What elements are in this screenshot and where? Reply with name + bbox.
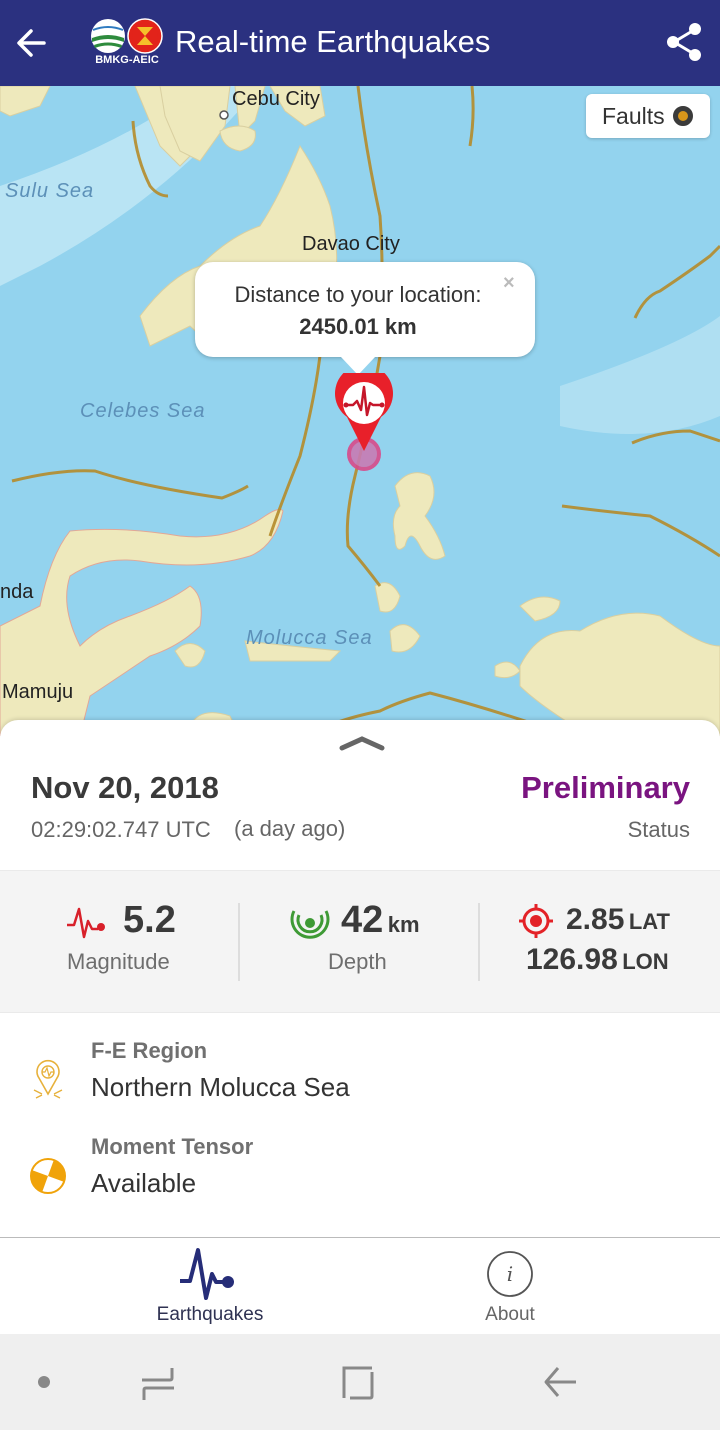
tensor-value: Available xyxy=(91,1168,197,1198)
latitude-label: LAT xyxy=(628,909,670,934)
page-title: Real-time Earthquakes xyxy=(175,24,491,59)
map-label-cebu-city: Cebu City xyxy=(232,88,320,110)
moment-tensor-row[interactable]: Moment Tensor Available xyxy=(0,1134,720,1224)
nav-about-label: About xyxy=(485,1304,535,1325)
map-label-mamuju: Mamuju xyxy=(2,681,74,703)
distance-popup: Distance to your location: 2450.01 km × xyxy=(195,262,535,375)
nav-dot-icon[interactable] xyxy=(24,1362,64,1402)
app-bar: BMKG-AEIC Real-time Earthquakes xyxy=(0,0,720,86)
target-location-icon xyxy=(519,904,553,938)
nav-about[interactable]: i About xyxy=(410,1238,610,1334)
fe-region-row: F-E Region Northern Molucca Sea xyxy=(0,1038,720,1128)
depth-unit: km xyxy=(387,912,420,937)
bottom-navigation: Earthquakes i About xyxy=(0,1237,720,1334)
coordinates-stat: 2.85 LAT 126.98 LON xyxy=(480,871,720,1014)
map-view[interactable]: Cebu City Davao City Mamuju nda Sulu Sea… xyxy=(0,86,720,736)
seismograph-icon xyxy=(67,907,105,939)
event-details-sheet: Nov 20, 2018 02:29:02.747 UTC (a day ago… xyxy=(0,720,720,1238)
popup-close-icon[interactable]: × xyxy=(503,272,515,295)
logo-emblem-icon xyxy=(91,18,163,54)
depth-value-group: 42 km xyxy=(341,899,420,942)
status-value: Preliminary xyxy=(521,770,690,805)
longitude-value: 126.98 xyxy=(526,943,618,976)
faults-label: Faults xyxy=(602,102,665,129)
map-label-molucca-sea: Molucca Sea xyxy=(246,627,373,649)
distance-value: 2450.01 km xyxy=(299,314,417,339)
home-icon[interactable] xyxy=(338,1362,378,1402)
event-date: Nov 20, 2018 xyxy=(31,770,219,805)
latitude-value: 2.85 xyxy=(566,903,625,936)
system-navigation-bar xyxy=(0,1334,720,1430)
tensor-label: Moment Tensor xyxy=(91,1134,254,1159)
magnitude-label: Magnitude xyxy=(67,949,170,974)
map-label-davao-city: Davao City xyxy=(302,233,400,255)
bmkg-aeic-logo: BMKG-AEIC xyxy=(88,18,166,68)
recent-apps-icon[interactable] xyxy=(138,1362,178,1402)
map-label-celebes-sea: Celebes Sea xyxy=(80,400,206,422)
status-label: Status xyxy=(627,817,690,842)
magnitude-value: 5.2 xyxy=(123,899,176,941)
back-arrow-icon[interactable] xyxy=(12,22,54,64)
faults-dot-icon xyxy=(672,106,693,126)
event-time: 02:29:02.747 UTC xyxy=(31,817,211,842)
distance-label: Distance to your location: xyxy=(234,282,482,307)
beachball-icon xyxy=(30,1158,66,1194)
event-stats: 5.2 Magnitude 42 km Depth 2.85 LAT 126.9… xyxy=(0,870,720,1013)
svg-text:i: i xyxy=(507,1262,513,1286)
event-relative-time: (a day ago) xyxy=(234,816,346,841)
region-pin-icon xyxy=(33,1059,63,1099)
map-label-sulu-sea: Sulu Sea xyxy=(5,180,95,202)
nav-earthquakes-label: Earthquakes xyxy=(156,1304,264,1325)
share-icon[interactable] xyxy=(662,20,706,64)
depth-stat: 42 km Depth xyxy=(240,871,480,1014)
earthquake-marker-icon[interactable] xyxy=(333,373,397,473)
logo-text: BMKG-AEIC xyxy=(95,54,159,66)
depth-label: Depth xyxy=(328,949,387,974)
longitude-group: 126.98 LON xyxy=(526,943,669,977)
region-value: Northern Molucca Sea xyxy=(91,1072,350,1102)
info-icon: i xyxy=(487,1251,533,1297)
magnitude-stat: 5.2 Magnitude xyxy=(0,871,240,1014)
seismograph-icon xyxy=(180,1248,234,1300)
depth-value: 42 xyxy=(341,899,384,941)
faults-toggle-button[interactable]: Faults xyxy=(586,94,710,138)
nav-earthquakes[interactable]: Earthquakes xyxy=(110,1238,310,1334)
back-icon[interactable] xyxy=(540,1362,580,1402)
region-label: F-E Region xyxy=(91,1038,208,1063)
latitude-group: 2.85 LAT xyxy=(566,903,670,937)
depth-rings-icon xyxy=(290,910,330,939)
longitude-label: LON xyxy=(622,949,669,974)
map-label-partial: nda xyxy=(0,581,34,603)
sheet-expand-chevron-icon[interactable] xyxy=(336,734,388,754)
